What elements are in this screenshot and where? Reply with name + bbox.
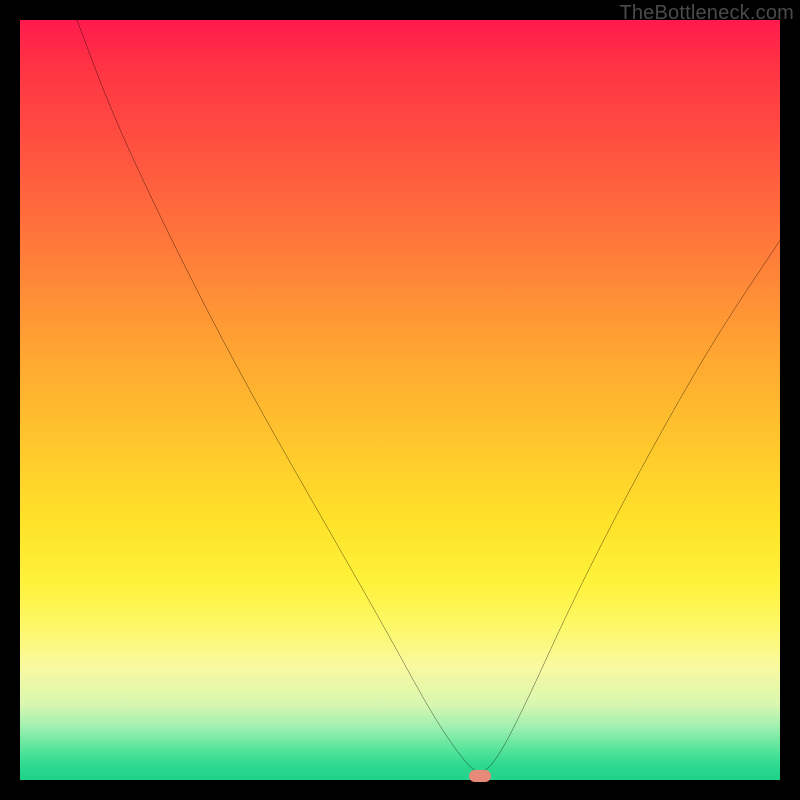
watermark-text: TheBottleneck.com [619,2,794,25]
min-marker [469,770,491,782]
chart-svg [20,20,780,780]
bottleneck-curve [77,20,780,771]
chart-plot-area [20,20,780,780]
chart-frame: TheBottleneck.com [0,0,800,800]
